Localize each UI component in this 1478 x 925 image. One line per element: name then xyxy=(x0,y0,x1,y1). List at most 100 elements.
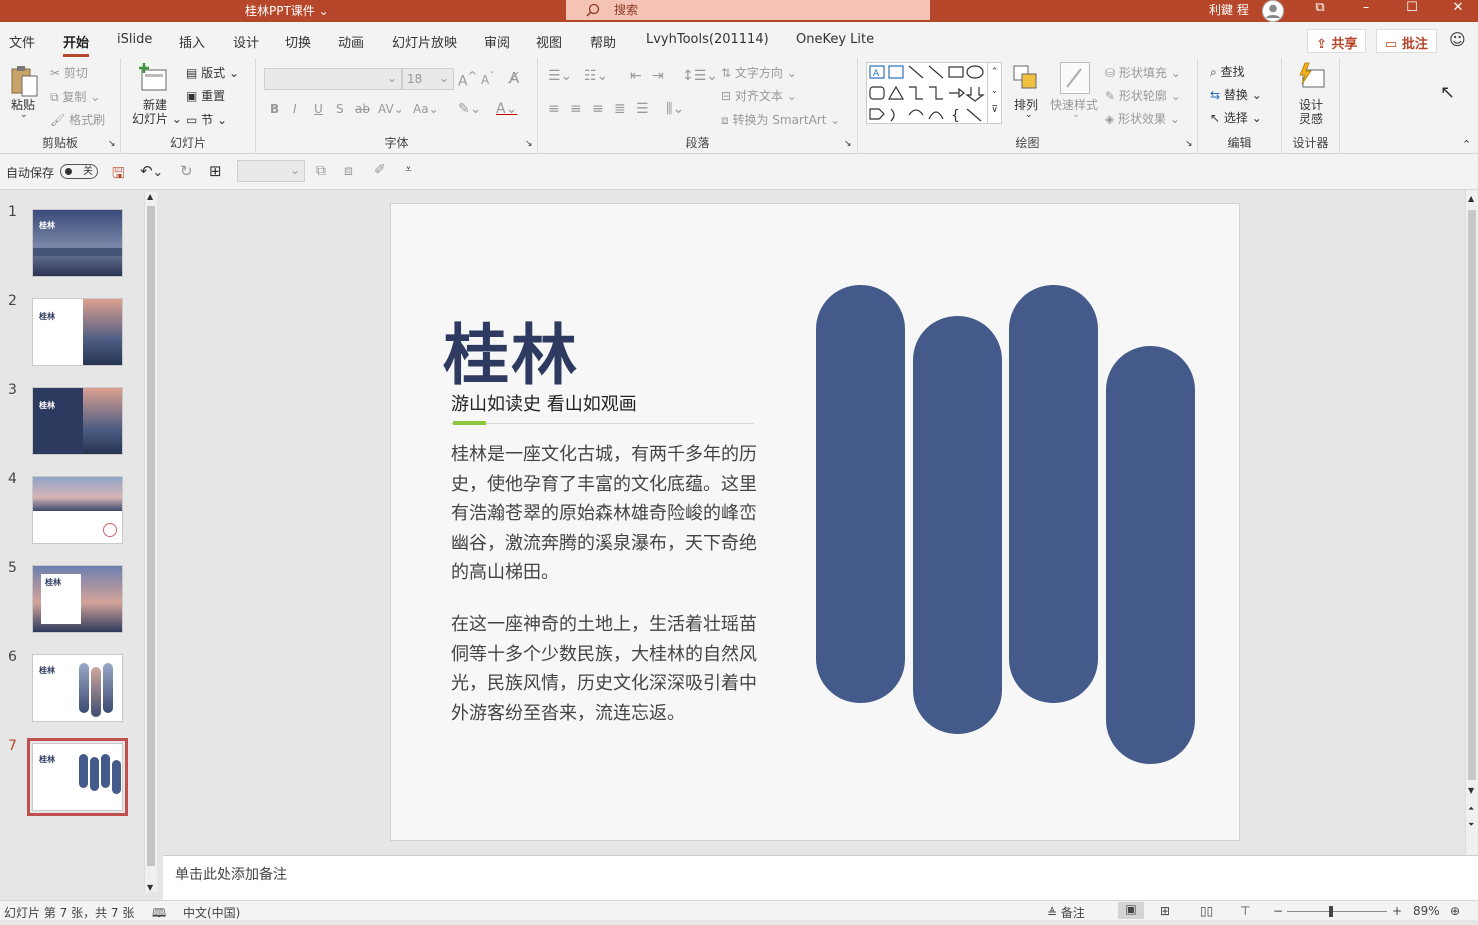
ungroup-icon[interactable]: ⧈ xyxy=(344,163,353,179)
strikethrough-button[interactable]: ab xyxy=(355,102,370,116)
format-painter-button[interactable]: 🖌 格式刷 xyxy=(50,111,105,128)
zoom-out-button[interactable]: − xyxy=(1273,904,1283,918)
tab-animations[interactable]: 动画 xyxy=(338,32,364,51)
format-brush-icon[interactable]: ✐ xyxy=(374,162,386,178)
autosave-toggle[interactable]: 关 xyxy=(60,164,98,179)
thumbnail-scrollbar[interactable]: ▲ ▼ xyxy=(144,192,157,892)
notes-button[interactable]: ≜ 备注 xyxy=(1047,904,1085,921)
avatar[interactable] xyxy=(1262,0,1284,22)
numbering-icon[interactable]: ☷⌄ xyxy=(584,68,608,84)
zoom-slider[interactable] xyxy=(1287,906,1387,917)
distributed-icon[interactable]: ☰ xyxy=(636,101,649,117)
tab-file[interactable]: 文件 xyxy=(9,32,35,51)
slide-title[interactable]: 桂林 xyxy=(443,302,579,398)
maximize-button[interactable]: ☐ xyxy=(1397,0,1427,20)
scroll-up-icon[interactable]: ▲ xyxy=(147,192,153,201)
dialog-launcher-icon[interactable]: ↘ xyxy=(525,139,533,149)
bold-button[interactable]: B xyxy=(270,102,279,116)
quick-styles-icon[interactable] xyxy=(1060,62,1090,94)
slide-thumbnail-4[interactable] xyxy=(32,476,123,544)
shapes-gallery[interactable]: A { ⌃ ⌄ ⊽ xyxy=(866,62,1002,124)
decorative-pill-shape-2[interactable] xyxy=(913,316,1002,734)
bullets-icon[interactable]: ☰⌄ xyxy=(548,68,572,84)
comments-button[interactable]: ▭ 批注 xyxy=(1376,29,1437,53)
tab-view[interactable]: 视图 xyxy=(536,32,562,51)
line-spacing-icon[interactable]: ↕☰⌄ xyxy=(682,68,718,84)
tab-review[interactable]: 审阅 xyxy=(484,32,510,51)
text-direction-button[interactable]: ⇅ 文字方向 ⌄ xyxy=(721,64,797,81)
italic-button[interactable]: I xyxy=(293,102,297,116)
tab-help[interactable]: 帮助 xyxy=(590,32,616,51)
normal-view-icon[interactable]: ▣ xyxy=(1118,902,1144,919)
reading-view-icon[interactable]: ▯▯ xyxy=(1200,904,1213,918)
find-button[interactable]: ⌕ 查找 xyxy=(1210,63,1245,80)
underline-button[interactable]: U xyxy=(314,102,323,116)
fit-slide-icon[interactable]: ⊕ xyxy=(1450,904,1460,918)
arrange-icon[interactable] xyxy=(1012,64,1042,94)
paste-dropdown-icon[interactable]: ⌄ xyxy=(20,110,28,120)
tab-islide[interactable]: iSlide xyxy=(117,32,152,47)
columns-icon[interactable]: ⫼⌄ xyxy=(666,101,684,117)
spellcheck-icon[interactable]: 🕮 xyxy=(152,904,166,925)
cut-button[interactable]: ✂ 剪切 xyxy=(50,64,88,81)
select-button[interactable]: ↖ 选择 ⌄ xyxy=(1210,109,1262,126)
decorative-pill-shape-3[interactable] xyxy=(1009,285,1098,703)
start-slideshow-icon[interactable]: ⊞ xyxy=(209,162,222,180)
language-status[interactable]: 中文(中国) xyxy=(183,904,240,921)
justify-icon[interactable]: ≣ xyxy=(614,101,626,117)
replace-button[interactable]: ⇆ 替换 ⌄ xyxy=(1210,86,1262,103)
change-case-button[interactable]: Aa⌄ xyxy=(413,102,439,116)
align-left-icon[interactable]: ≡ xyxy=(548,101,560,117)
undo-icon[interactable]: ↶⌄ xyxy=(140,162,163,180)
slide-subtitle[interactable]: 游山如读史 看山如观画 xyxy=(451,390,637,416)
tab-lvyhtools[interactable]: LvyhTools(201114) xyxy=(646,32,769,47)
chevron-down-icon[interactable]: ⌄ xyxy=(1025,110,1033,120)
shape-fill-button[interactable]: ⛁ 形状填充 ⌄ xyxy=(1105,64,1181,81)
decrease-indent-icon[interactable]: ⇤ xyxy=(630,68,642,84)
slide-thumbnail-7[interactable]: 桂林 xyxy=(27,738,128,816)
align-text-button[interactable]: ⊟ 对齐文本 ⌄ xyxy=(721,87,797,104)
tab-design[interactable]: 设计 xyxy=(233,32,259,51)
slide-thumbnail-1[interactable]: 桂林 xyxy=(32,209,123,277)
notes-pane[interactable]: 单击此处添加备注 xyxy=(163,855,1478,900)
grow-font-button[interactable]: A^ xyxy=(458,69,477,90)
char-spacing-button[interactable]: AV⌄ xyxy=(378,102,404,116)
tab-insert[interactable]: 插入 xyxy=(179,32,205,51)
scroll-down-icon[interactable]: ▼ xyxy=(1468,786,1474,795)
smiley-icon[interactable]: ☺ xyxy=(1449,30,1466,49)
font-size-select[interactable]: 18 ⌄ xyxy=(402,68,454,90)
redo-icon[interactable]: ↻ xyxy=(180,162,193,180)
font-name-select[interactable]: ⌄ xyxy=(264,68,402,90)
group-icon[interactable]: ⧉ xyxy=(316,163,326,179)
shrink-font-button[interactable]: Aˇ xyxy=(481,71,494,87)
reset-button[interactable]: ▣ 重置 xyxy=(186,87,225,104)
previous-slide-icon[interactable]: ⏶ xyxy=(1468,804,1474,814)
close-button[interactable]: ✕ xyxy=(1443,0,1473,20)
new-slide-label-2[interactable]: 幻灯片 ⌄ xyxy=(132,110,182,127)
shape-outline-button[interactable]: ✎ 形状轮廓 ⌄ xyxy=(1105,87,1181,104)
document-title[interactable]: 桂林PPT课件 ⌄ xyxy=(245,2,329,19)
slide-thumbnail-3[interactable]: 桂林 xyxy=(32,387,123,455)
slide-paragraph-2[interactable]: 在这一座神奇的土地上，生活着壮瑶苗侗等十多个少数民族，大桂林的自然风光，民族风情… xyxy=(451,610,761,728)
layout-button[interactable]: ▤ 版式 ⌄ xyxy=(186,64,239,81)
slide-thumbnail-6[interactable]: 桂林 xyxy=(32,654,123,722)
tab-transitions[interactable]: 切换 xyxy=(285,32,311,51)
scroll-down-icon[interactable]: ▼ xyxy=(147,883,153,892)
canvas-scrollbar[interactable]: ▲ ▼ ⏶ ⏷ xyxy=(1465,190,1478,855)
dialog-launcher-icon[interactable]: ↘ xyxy=(1185,139,1193,149)
slide-paragraph-1[interactable]: 桂林是一座文化古城，有两千多年的历史，使他孕育了丰富的文化底蕴。这里有浩瀚苍翠的… xyxy=(451,440,761,588)
slide-sorter-icon[interactable]: ⊞ xyxy=(1160,904,1170,918)
gallery-scroll-icon[interactable]: ⌃ ⌄ ⊽ xyxy=(987,63,1001,123)
dialog-launcher-icon[interactable]: ↘ xyxy=(844,139,852,149)
ribbon-display-icon[interactable]: ⧉ xyxy=(1305,0,1335,20)
section-button[interactable]: ▭ 节 ⌄ xyxy=(186,111,227,128)
paste-icon[interactable] xyxy=(10,64,40,98)
current-slide[interactable]: 桂林 游山如读史 看山如观画 桂林是一座文化古城，有两千多年的历史，使他孕育了丰… xyxy=(390,203,1240,841)
design-ideas-label-2[interactable]: 灵感 xyxy=(1299,110,1323,127)
qat-font-size-select[interactable]: ⌄ xyxy=(237,160,305,182)
align-center-icon[interactable]: ≡ xyxy=(570,101,582,117)
slide-thumbnail-2[interactable]: 桂林 xyxy=(32,298,123,366)
tab-home[interactable]: 开始 xyxy=(63,32,90,57)
smartart-button[interactable]: ⧈ 转换为 SmartArt ⌄ xyxy=(721,111,840,128)
new-slide-icon[interactable] xyxy=(139,62,169,94)
